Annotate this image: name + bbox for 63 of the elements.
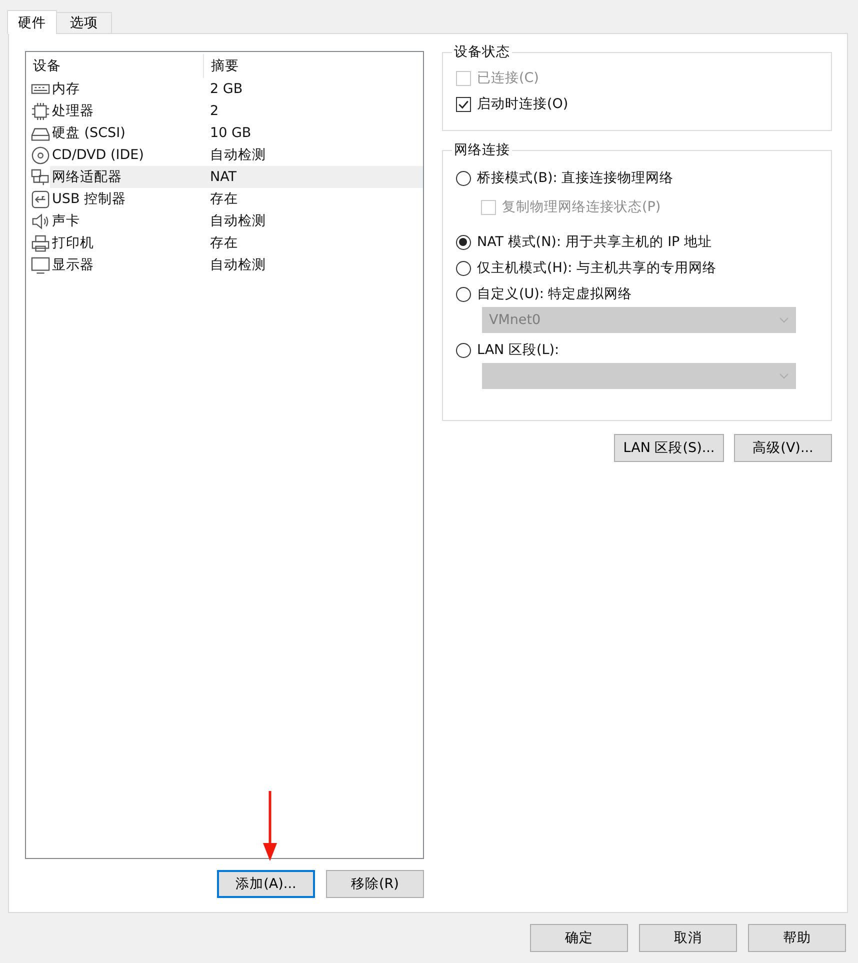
- arrow-icon: [262, 791, 278, 861]
- group-title: 网络连接: [452, 141, 511, 159]
- device-name: CD/DVD (IDE): [51, 147, 145, 163]
- device-summary: 自动检测: [209, 146, 266, 164]
- checkbox-label: 已连接(C): [476, 69, 539, 87]
- device-row[interactable]: 处理器 2: [26, 100, 423, 122]
- tab[interactable]: 硬件: [7, 10, 57, 34]
- radio-button[interactable]: [456, 170, 471, 186]
- device-summary: 存在: [209, 190, 238, 208]
- device-row[interactable]: 硬盘 (SCSI) 10 GB: [26, 122, 423, 144]
- radio-label: 自定义(U): 特定虚拟网络: [476, 285, 632, 303]
- speaker-icon: [31, 212, 50, 230]
- device-row[interactable]: CD/DVD (IDE) 自动检测: [26, 144, 423, 166]
- monitor-icon: [31, 256, 50, 274]
- device-name: 打印机: [51, 234, 95, 252]
- device-name: 显示器: [51, 256, 95, 274]
- chevron-icon: [779, 373, 789, 379]
- printer-icon: [31, 234, 50, 252]
- chevron-icon: [779, 317, 789, 323]
- checkbox[interactable]: [456, 96, 471, 112]
- add-button[interactable]: 添加(A)...: [216, 870, 315, 898]
- device-name: 网络适配器: [51, 168, 123, 186]
- device-summary: 2: [209, 103, 219, 119]
- radio-label: 桥接模式(B): 直接连接物理网络: [476, 169, 674, 187]
- device-summary: 2 GB: [209, 81, 243, 97]
- device-row[interactable]: USB 控制器 存在: [26, 188, 423, 210]
- checkbox-label: 复制物理网络连接状态(P): [502, 198, 661, 216]
- usb-icon: [31, 190, 50, 208]
- device-summary: 自动检测: [209, 256, 266, 274]
- column-header[interactable]: 设备: [26, 54, 204, 78]
- device-row[interactable]: 声卡 自动检测: [26, 210, 423, 232]
- device-name: 处理器: [51, 102, 95, 120]
- device-name: 声卡: [51, 212, 81, 230]
- device-row[interactable]: 内存 2 GB: [26, 78, 423, 100]
- device-row[interactable]: 显示器 自动检测: [26, 254, 423, 276]
- device-summary: 自动检测: [209, 212, 266, 230]
- remove-button[interactable]: 移除(R): [326, 870, 424, 898]
- radio-label: NAT 模式(N): 用于共享主机的 IP 地址: [476, 233, 712, 251]
- column-header[interactable]: 摘要: [204, 57, 239, 75]
- radio-button[interactable]: [456, 234, 471, 250]
- radio-label: 仅主机模式(H): 与主机共享的专用网络: [476, 259, 717, 277]
- radio-button[interactable]: [456, 342, 471, 358]
- device-summary: NAT: [209, 169, 237, 185]
- help-button[interactable]: 帮助: [748, 924, 846, 952]
- advanced-button[interactable]: 高级(V)...: [734, 434, 832, 462]
- group-title: 设备状态: [452, 43, 511, 61]
- device-row[interactable]: 打印机 存在: [26, 232, 423, 254]
- lan-segments-button[interactable]: LAN 区段(S)...: [614, 434, 724, 462]
- chip-icon: [31, 102, 50, 120]
- disc-icon: [31, 146, 50, 164]
- ok-button[interactable]: 确定: [530, 924, 628, 952]
- tab[interactable]: 选项: [56, 12, 112, 33]
- checkbox-label: 启动时连接(O): [476, 95, 568, 113]
- radio-button[interactable]: [456, 260, 471, 276]
- device-name: 硬盘 (SCSI): [51, 124, 126, 142]
- radio-button[interactable]: [456, 286, 471, 302]
- device-summary: 存在: [209, 234, 238, 252]
- radio-label: LAN 区段(L):: [476, 341, 560, 359]
- device-name: 内存: [51, 80, 81, 98]
- cancel-button[interactable]: 取消: [639, 924, 737, 952]
- device-summary: 10 GB: [209, 125, 252, 141]
- network-icon: [31, 168, 50, 186]
- device-name: USB 控制器: [51, 190, 128, 208]
